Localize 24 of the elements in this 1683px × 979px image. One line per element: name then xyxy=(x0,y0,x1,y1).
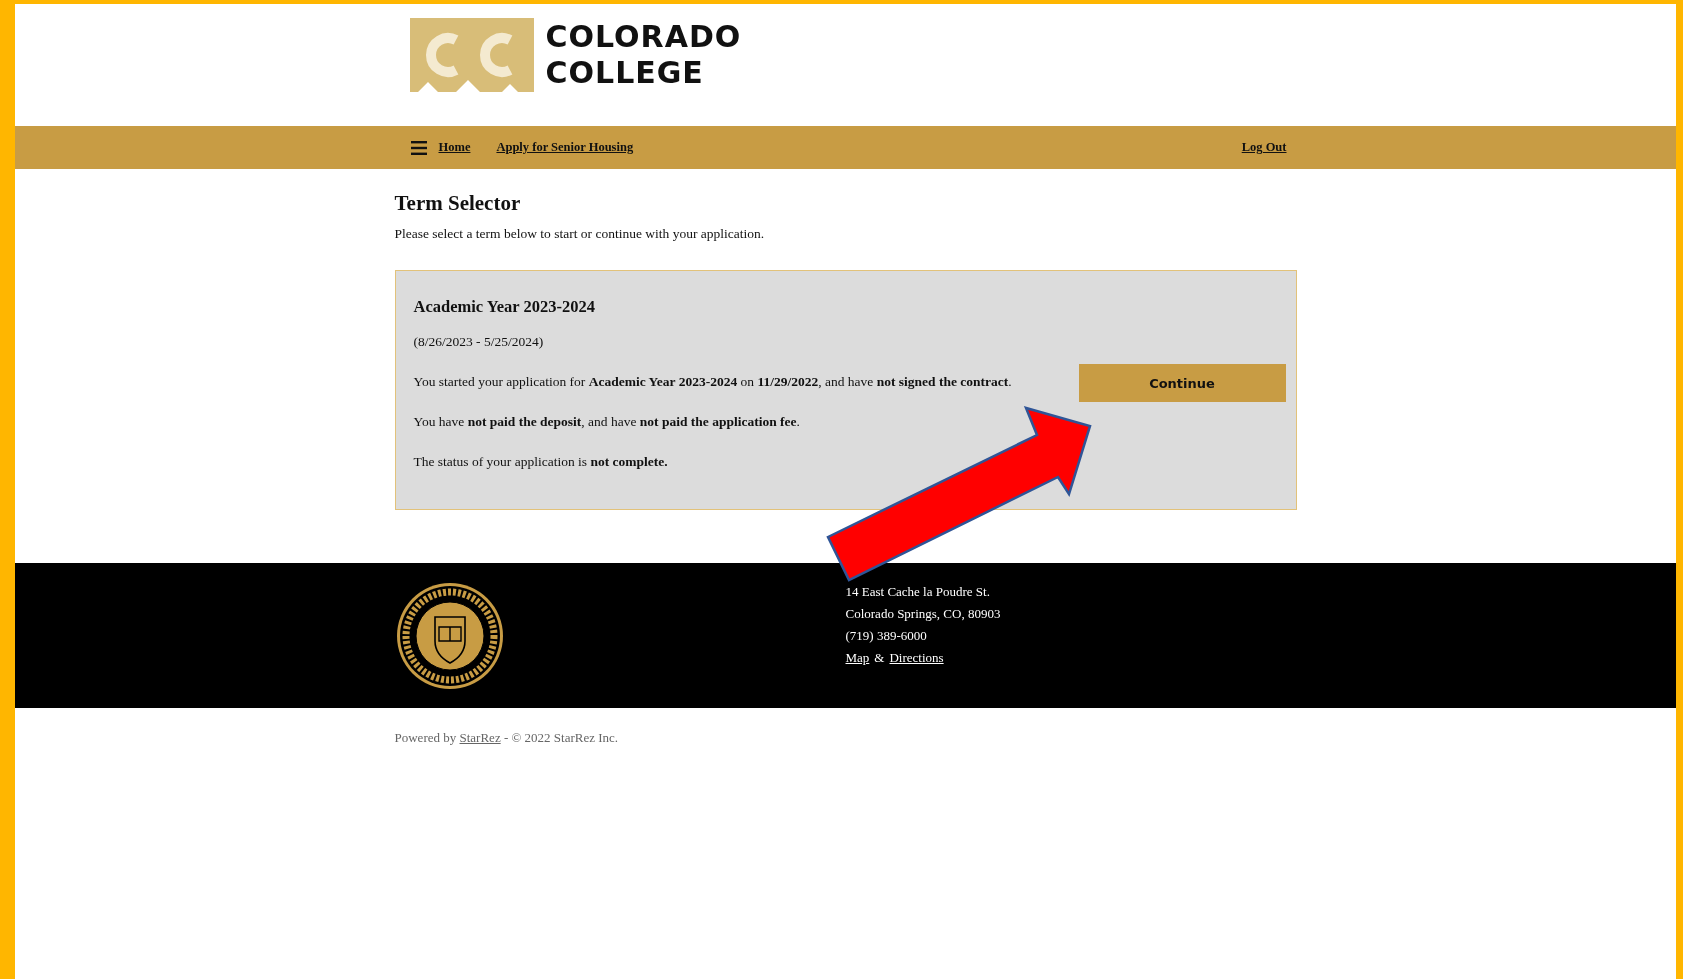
address-line: 14 East Cache la Poudre St. xyxy=(845,583,991,601)
nav-link[interactable]: Home xyxy=(438,140,471,155)
address-line: (719) 389-6000 xyxy=(845,627,928,645)
logo-text: COLORADO xyxy=(545,19,742,55)
term-name: Academic Year 2023-2024 xyxy=(413,297,596,317)
intro-text: Please select a term below to start or continue with your application. xyxy=(394,226,766,242)
directions-link[interactable]: Directions xyxy=(889,650,944,665)
status-text: You started your application for Academic Year 2023-2024 on 11/29/2022, and have not signed the contract. xyxy=(413,373,1013,391)
status-text: You have not paid the deposit, and have not paid the application fee. xyxy=(413,413,801,431)
starrez-link[interactable]: StarRez xyxy=(459,730,501,745)
status-text: The status of your application is not complete. xyxy=(413,453,669,471)
continue-button[interactable]: Continue xyxy=(1078,364,1286,402)
address-line: Colorado Springs, CO, 80903 xyxy=(845,605,1002,623)
college-seal-icon xyxy=(394,581,505,691)
ampersand-text: & xyxy=(874,650,885,665)
logo-mark-icon xyxy=(409,18,534,92)
map-link[interactable]: Map xyxy=(845,650,870,665)
logo-text: COLLEGE xyxy=(545,55,705,91)
term-dates: (8/26/2023 - 5/25/2024) xyxy=(413,333,545,351)
nav-link[interactable]: Apply for Senior Housing xyxy=(496,140,634,155)
logout-link[interactable]: Log Out xyxy=(1241,140,1287,155)
powered-by-text: Powered by StarRez - © 2022 StarRez Inc. xyxy=(394,730,620,746)
page-title: Term Selector xyxy=(394,191,522,216)
menu-icon[interactable] xyxy=(410,140,427,155)
